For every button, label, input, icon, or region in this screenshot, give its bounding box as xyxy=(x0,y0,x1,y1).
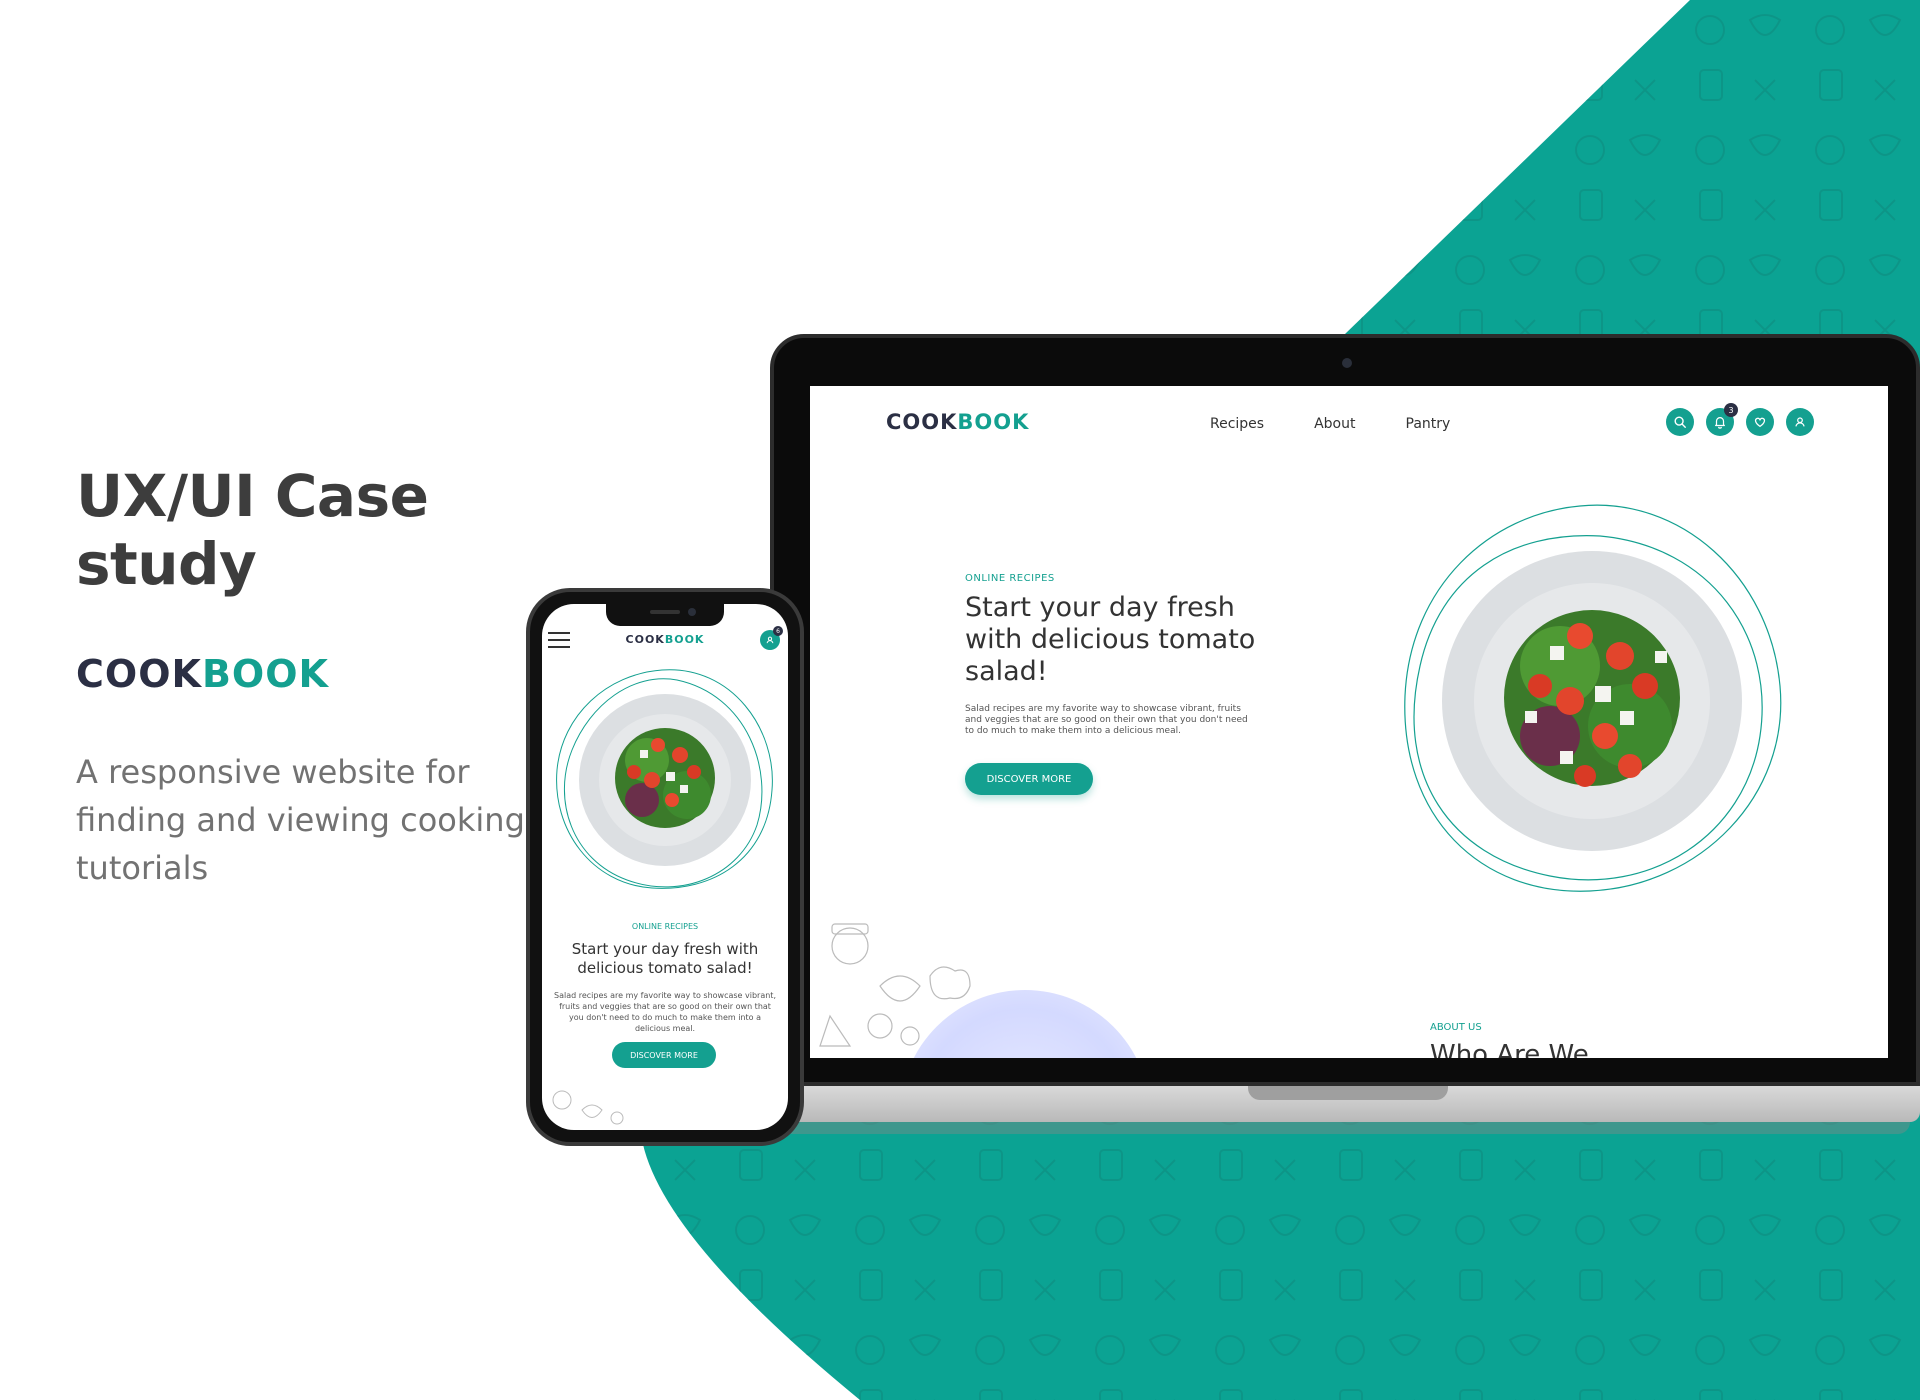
heart-icon xyxy=(1754,417,1766,428)
phone-mockup: COOKBOOK 6 ONLINE RECIPES Start your day… xyxy=(526,588,804,1146)
brand-logo-part2: BOOK xyxy=(201,652,329,696)
discover-more-button[interactable]: DISCOVER MORE xyxy=(965,763,1093,795)
nav-item-pantry[interactable]: Pantry xyxy=(1406,416,1451,432)
hero-kicker: ONLINE RECIPES xyxy=(965,573,1055,584)
about-kicker: ABOUT US xyxy=(1430,1022,1482,1033)
favorites-button[interactable] xyxy=(1746,408,1774,436)
search-button[interactable] xyxy=(1666,408,1694,436)
user-icon xyxy=(1795,417,1805,427)
hero-description: Salad recipes are my favorite way to sho… xyxy=(965,704,1248,736)
salad-plate-image xyxy=(1404,504,1782,892)
nav-item-recipes[interactable]: Recipes xyxy=(1210,416,1264,432)
header-icon-group: 3 xyxy=(1666,403,1814,436)
phone-notch xyxy=(606,604,724,626)
user-icon xyxy=(766,636,774,644)
notification-badge: 3 xyxy=(1724,403,1738,417)
bell-icon xyxy=(1715,417,1725,429)
phone-site-logo[interactable]: COOKBOOK xyxy=(542,633,788,646)
phone-notification-badge: 6 xyxy=(773,626,783,636)
laptop-base-notch xyxy=(1248,1086,1448,1100)
phone-camera xyxy=(688,608,696,616)
phone-hero-description: Salad recipes are my favorite way to sho… xyxy=(554,991,776,1033)
phone-salad-plate-image xyxy=(556,669,773,889)
laptop-screen: COOKBOOK Recipes About Pantry 3 ONLINE R… xyxy=(810,386,1888,1058)
case-study-heading: UX/UI Case study xyxy=(76,462,429,598)
hero-title: Start your day fresh with delicious toma… xyxy=(965,592,1256,687)
phone-speaker xyxy=(650,610,680,614)
site-logo[interactable]: COOKBOOK xyxy=(886,410,1029,434)
laptop-lid: COOKBOOK Recipes About Pantry 3 ONLINE R… xyxy=(770,334,1920,1086)
brand-logo-part1: COOK xyxy=(76,652,202,696)
food-doodles-decoration xyxy=(819,923,971,1047)
phone-discover-more-button[interactable]: DISCOVER MORE xyxy=(612,1042,716,1068)
site-logo-part2: BOOK xyxy=(957,410,1030,434)
phone-account-button[interactable]: 6 xyxy=(760,626,783,650)
site-logo-part1: COOK xyxy=(886,410,958,434)
search-icon xyxy=(1674,416,1686,428)
phone-food-doodles-decoration xyxy=(552,1090,624,1125)
laptop-camera xyxy=(1342,358,1352,368)
site-nav: Recipes About Pantry xyxy=(1210,416,1450,432)
laptop-mockup: COOKBOOK Recipes About Pantry 3 ONLINE R… xyxy=(770,334,1920,1146)
intro-panel: UX/UI Case study COOKBOOK A responsive w… xyxy=(76,462,536,892)
about-title: Who Are We xyxy=(1430,1040,1589,1058)
site-header: COOKBOOK Recipes About Pantry 3 xyxy=(810,386,1888,458)
nav-item-about[interactable]: About xyxy=(1314,416,1355,432)
notifications-button[interactable]: 3 xyxy=(1706,403,1738,436)
brand-logo: COOKBOOK xyxy=(76,652,536,696)
laptop-shadow xyxy=(780,1122,1910,1134)
phone-screen: COOKBOOK 6 ONLINE RECIPES Start your day… xyxy=(542,604,788,1130)
account-button[interactable] xyxy=(1786,408,1814,436)
intro-description: A responsive website for finding and vie… xyxy=(76,753,525,887)
phone-hero-title: Start your day fresh with delicious toma… xyxy=(571,940,759,977)
phone-logo-part1: COOK xyxy=(625,633,665,646)
phone-logo-part2: BOOK xyxy=(664,633,705,646)
phone-hero-kicker: ONLINE RECIPES xyxy=(631,922,699,931)
